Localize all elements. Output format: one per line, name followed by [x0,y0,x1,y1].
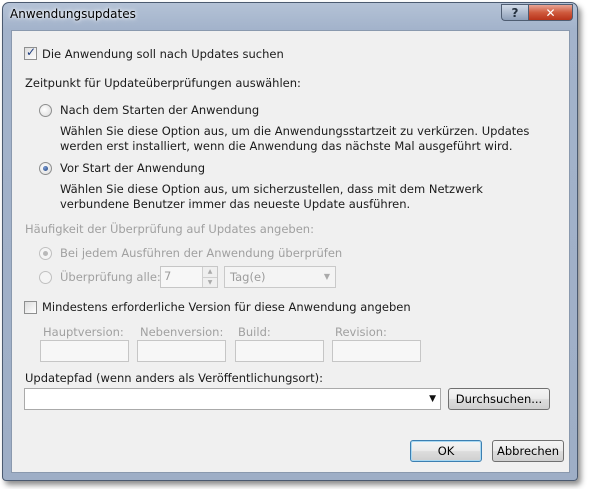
min-version-checkbox[interactable] [24,301,37,314]
revision-label: Revision: [335,325,387,339]
title-bar-buttons: ? ✕ [501,4,573,21]
before-start-label[interactable]: Vor Start der Anwendung [60,161,205,175]
major-version-label: Hauptversion: [43,325,124,339]
chevron-down-icon: ▼ [323,272,330,281]
title-bar[interactable]: Anwendungsupdates ? ✕ [3,3,577,29]
major-version-field[interactable] [40,340,129,362]
interval-stepper[interactable]: 7 ▲ ▼ [160,266,218,288]
before-start-description: Wählen Sie diese Option aus, um sicherzu… [60,182,483,211]
interval-value: 7 [164,269,172,283]
radio-every-run[interactable] [39,247,52,260]
window-title: Anwendungsupdates [10,7,136,21]
cancel-button[interactable]: Abbrechen [492,440,564,462]
stepper-down-icon[interactable]: ▼ [203,276,217,287]
every-run-label[interactable]: Bei jedem Ausführen der Anwendung überpr… [60,246,342,260]
update-path-combo[interactable]: ▼ [24,388,441,410]
every-interval-label[interactable]: Überprüfung alle: [60,270,161,284]
interval-unit-select[interactable]: Tag(e) ▼ [224,266,336,288]
update-path-label: Updatepfad (wenn anders als Veröffentlic… [25,371,324,385]
timing-heading: Zeitpunkt für Updateüberprüfungen auswäh… [25,76,301,90]
radio-after-start[interactable] [39,104,52,117]
frequency-heading: Häufigkeit der Überprüfung auf Updates a… [25,222,314,236]
build-field[interactable] [235,340,324,362]
stepper-buttons: ▲ ▼ [202,267,217,287]
ok-button[interactable]: OK [410,440,482,462]
chevron-down-icon[interactable]: ▼ [429,394,436,404]
stepper-up-icon[interactable]: ▲ [203,267,217,277]
radio-before-start[interactable] [39,162,52,175]
after-start-description: Wählen Sie diese Option aus, um die Anwe… [60,124,530,153]
radio-every-interval[interactable] [39,271,52,284]
interval-unit-value: Tag(e) [230,270,266,284]
build-label: Build: [238,325,271,339]
min-version-label[interactable]: Mindestens erforderliche Version für die… [42,300,411,314]
minor-version-label: Nebenversion: [140,325,224,339]
minor-version-field[interactable] [137,340,226,362]
after-start-label[interactable]: Nach dem Starten der Anwendung [60,103,259,117]
dialog-window: Anwendungsupdates ? ✕ Die Anwendung soll… [2,2,578,481]
close-button[interactable]: ✕ [528,4,573,21]
check-updates-label[interactable]: Die Anwendung soll nach Updates suchen [42,47,284,61]
help-button[interactable]: ? [501,4,528,21]
revision-field[interactable] [332,340,421,362]
dialog-client-area: Die Anwendung soll nach Updates suchen Z… [11,30,570,473]
browse-button[interactable]: Durchsuchen... [448,388,550,410]
check-updates-checkbox[interactable] [24,45,37,60]
